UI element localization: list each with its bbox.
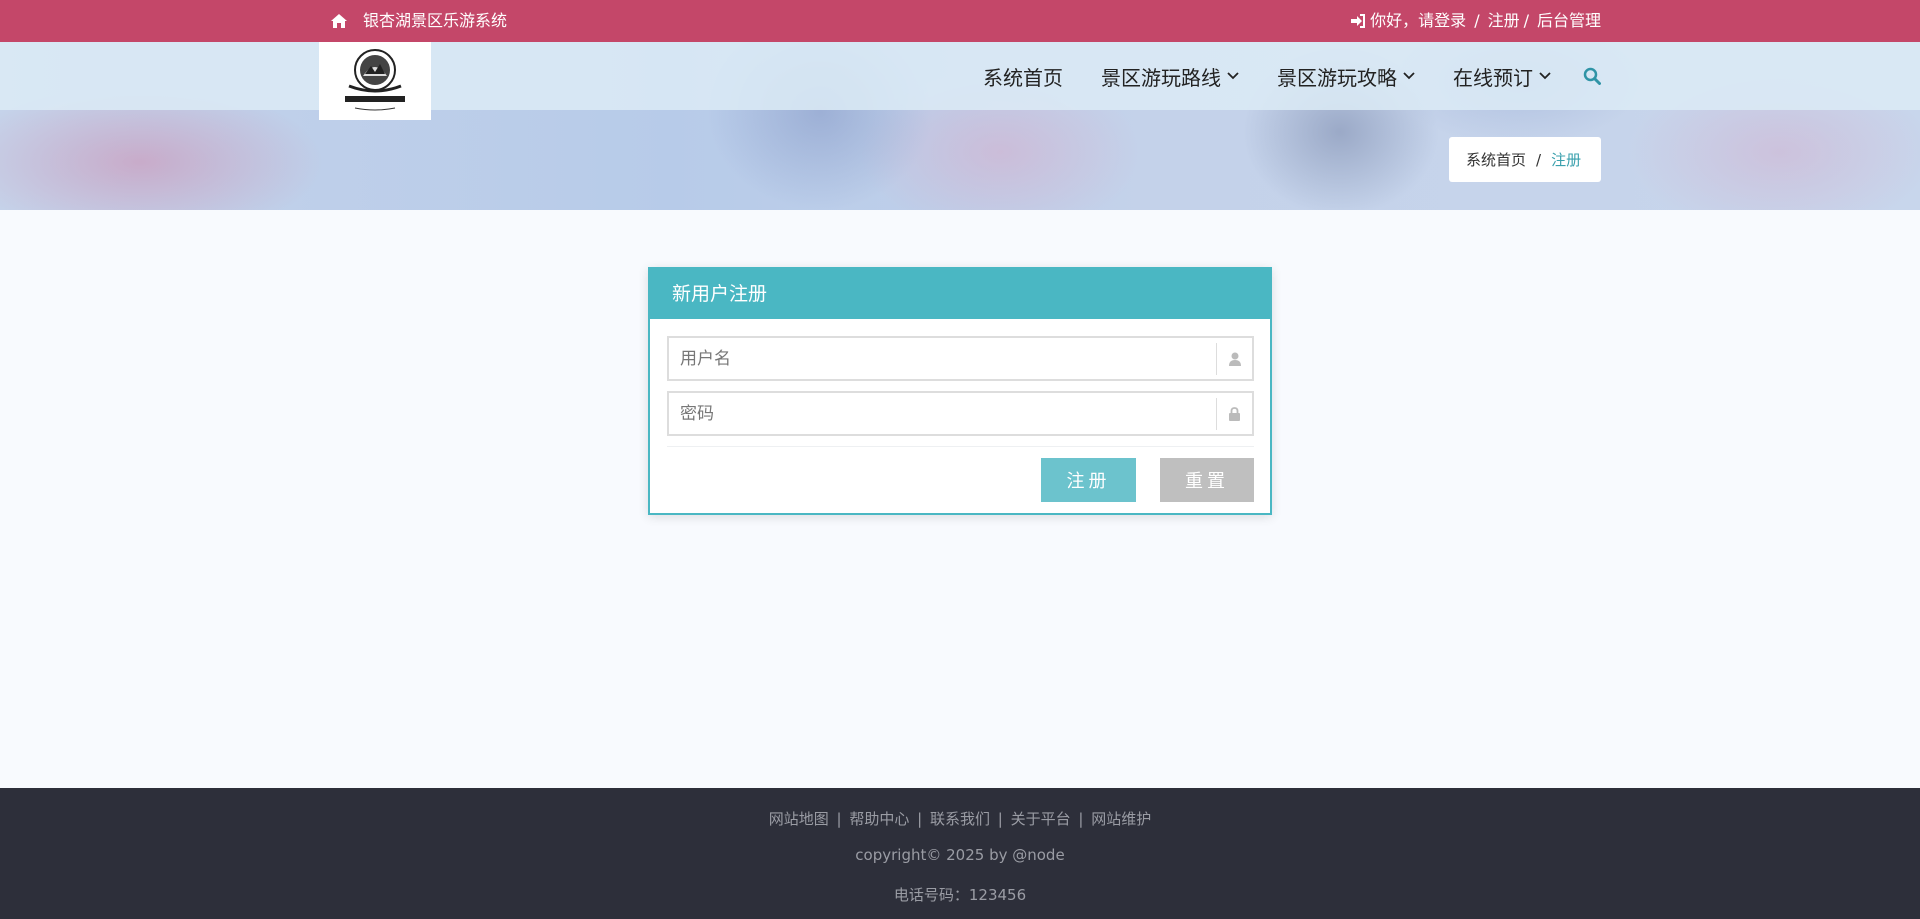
sign-in-icon: [1351, 14, 1366, 28]
nav-strip: [0, 42, 1920, 110]
home-icon[interactable]: [331, 14, 347, 28]
main-nav: 系统首页 景区游玩路线 景区游玩攻略 在线预订: [983, 42, 1601, 110]
footer-link-maintenance[interactable]: 网站维护: [1091, 810, 1151, 828]
breadcrumb-separator: /: [1536, 150, 1542, 169]
breadcrumb: 系统首页 / 注册: [1449, 137, 1601, 182]
header-banner: 系统首页 景区游玩路线 景区游玩攻略 在线预订 系统首页 / 注册: [0, 42, 1920, 210]
login-link[interactable]: 你好，请登录: [1370, 10, 1466, 32]
form-divider: [667, 446, 1254, 447]
register-panel: 新用户注册 注册 重置: [648, 267, 1272, 515]
top-bar: 银杏湖景区乐游系统 你好，请登录 / 注册 / 后台管理: [0, 0, 1920, 42]
panel-title: 新用户注册: [650, 269, 1270, 319]
admin-link[interactable]: 后台管理: [1537, 10, 1601, 32]
register-button[interactable]: 注册: [1041, 458, 1136, 502]
footer-link-sitemap[interactable]: 网站地图: [769, 810, 829, 828]
separator: /: [1474, 11, 1480, 30]
password-input[interactable]: [669, 393, 1216, 434]
footer-separator: |: [997, 810, 1003, 828]
lock-icon: [1229, 406, 1240, 421]
breadcrumb-home[interactable]: 系统首页: [1466, 149, 1526, 170]
nav-item-label: 在线预订: [1453, 65, 1533, 90]
username-input[interactable]: [669, 338, 1216, 379]
footer-link-contact[interactable]: 联系我们: [930, 810, 990, 828]
password-addon: [1216, 397, 1252, 430]
user-links: 你好，请登录 / 注册 / 后台管理: [1351, 10, 1601, 32]
footer-separator: |: [917, 810, 923, 828]
reset-button[interactable]: 重置: [1160, 458, 1254, 502]
nav-item-booking[interactable]: 在线预订: [1453, 62, 1551, 91]
nav-item-guides[interactable]: 景区游玩攻略: [1277, 62, 1415, 91]
site-title[interactable]: 银杏湖景区乐游系统: [363, 10, 507, 32]
separator: /: [1523, 11, 1529, 30]
nav-item-label: 景区游玩攻略: [1277, 65, 1397, 90]
password-field: [667, 391, 1254, 436]
nav-item-label: 系统首页: [983, 65, 1063, 90]
register-link[interactable]: 注册: [1488, 10, 1520, 32]
footer-links: 网站地图 | 帮助中心 | 联系我们 | 关于平台 | 网站维护: [0, 808, 1920, 829]
footer-link-about[interactable]: 关于平台: [1011, 810, 1071, 828]
breadcrumb-current: 注册: [1551, 151, 1582, 169]
footer: 网站地图 | 帮助中心 | 联系我们 | 关于平台 | 网站维护 copyrig…: [0, 788, 1920, 919]
footer-phone: 电话号码：123456: [893, 886, 1027, 904]
footer-separator: |: [1078, 810, 1084, 828]
logo-emblem-icon: [345, 49, 405, 111]
username-field: [667, 336, 1254, 381]
footer-link-help[interactable]: 帮助中心: [849, 810, 909, 828]
footer-copyright: copyright© 2025 by @node: [855, 846, 1065, 864]
chevron-down-icon: [1539, 72, 1551, 80]
nav-item-routes[interactable]: 景区游玩路线: [1101, 62, 1239, 91]
nav-item-label: 景区游玩路线: [1101, 65, 1221, 90]
search-icon[interactable]: [1583, 67, 1601, 85]
site-logo[interactable]: [319, 42, 431, 120]
chevron-down-icon: [1227, 72, 1239, 80]
nav-item-home[interactable]: 系统首页: [983, 62, 1063, 91]
footer-separator: |: [836, 810, 842, 828]
username-addon: [1216, 342, 1252, 375]
user-icon: [1228, 352, 1241, 366]
chevron-down-icon: [1403, 72, 1415, 80]
